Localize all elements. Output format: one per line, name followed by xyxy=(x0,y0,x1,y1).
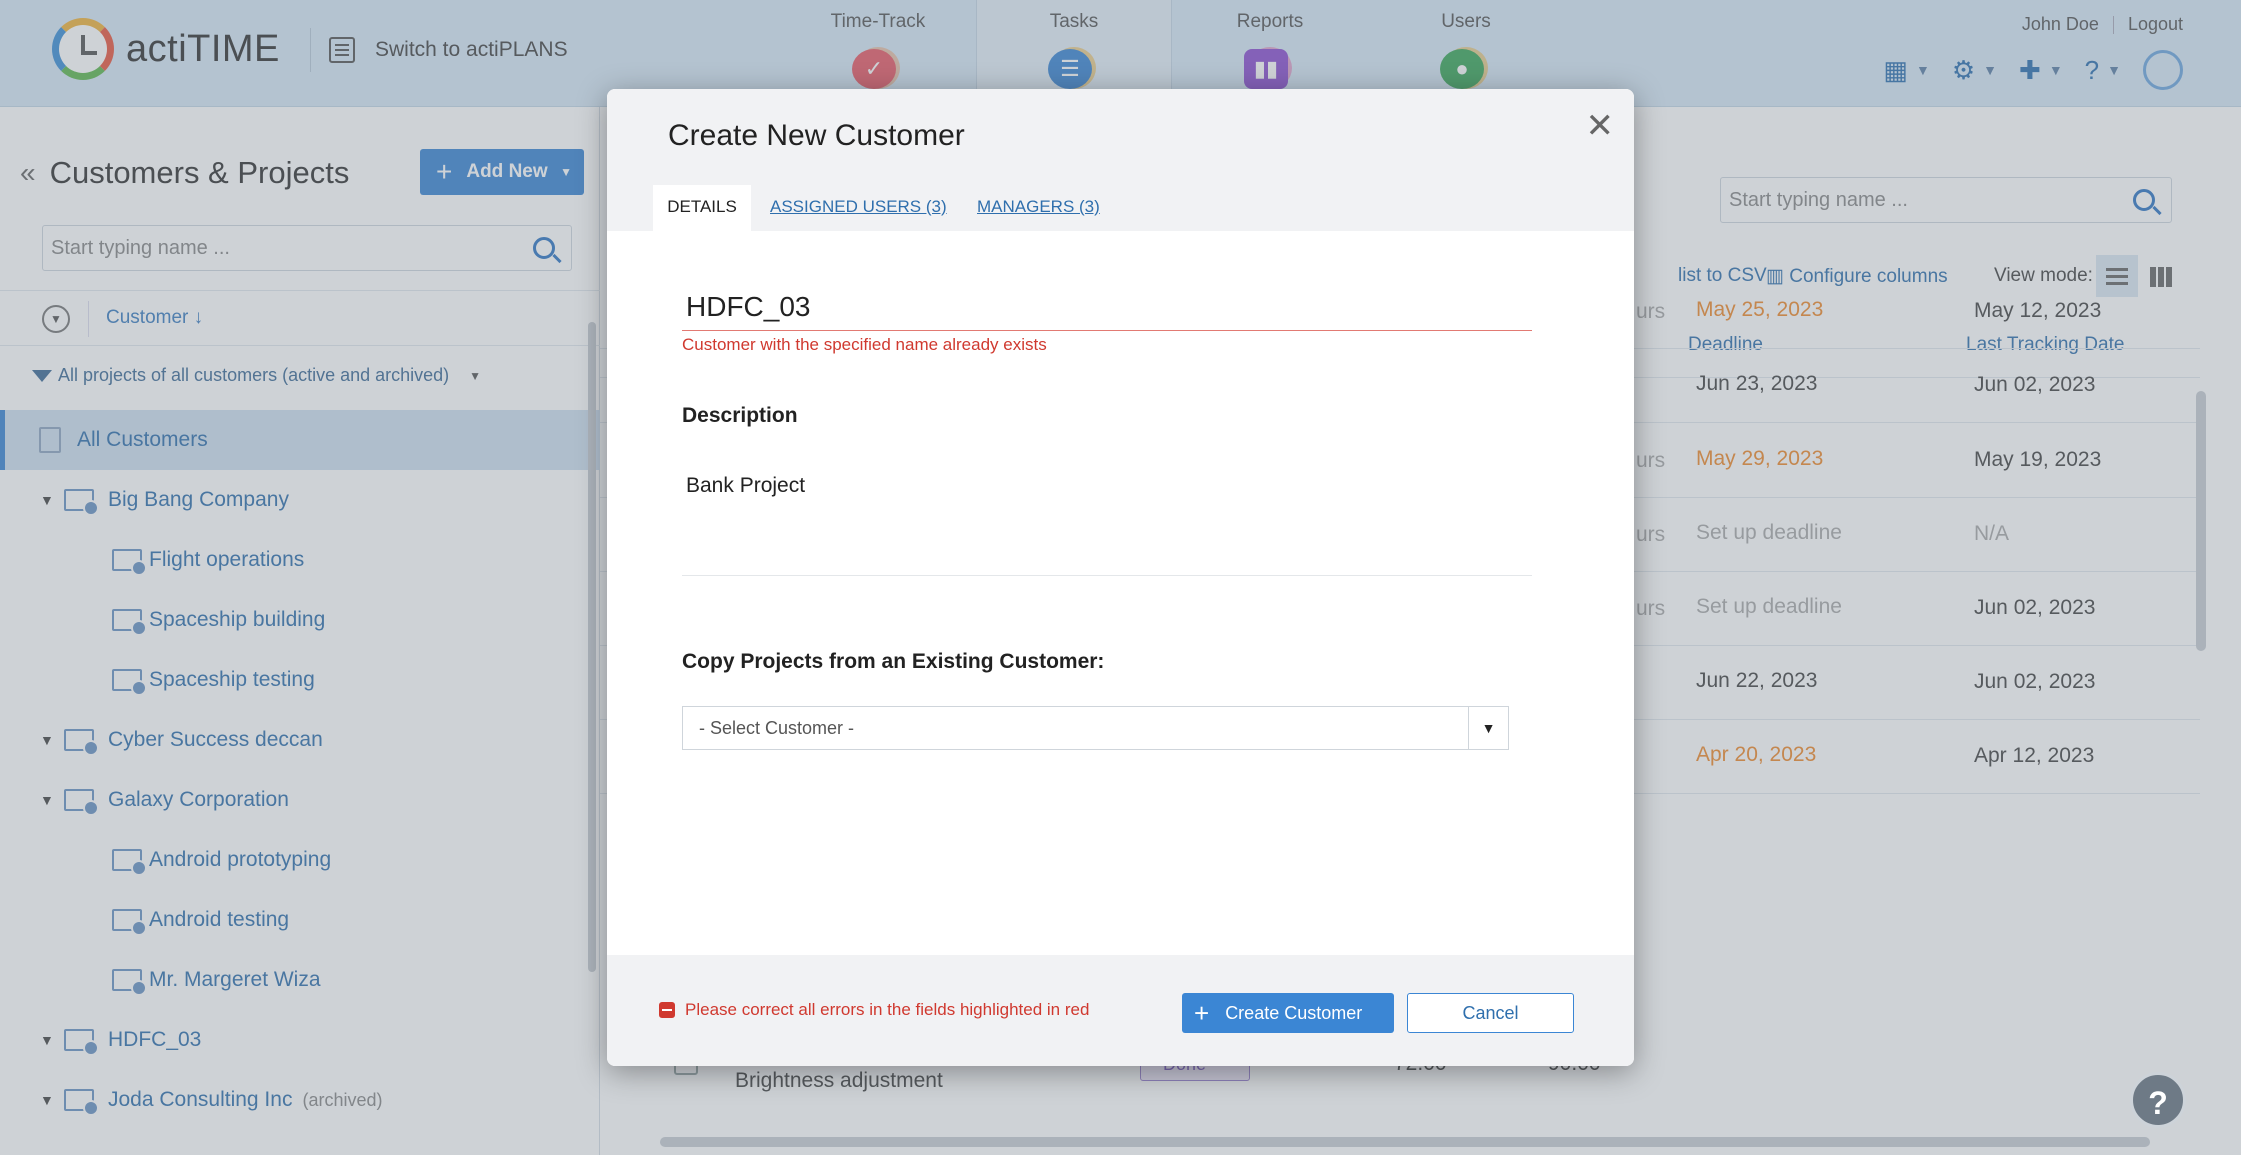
description-input[interactable]: Bank Project xyxy=(686,474,805,498)
form-error: Please correct all errors in the fields … xyxy=(659,1000,1089,1020)
name-error-message: Customer with the specified name already… xyxy=(682,335,1047,354)
create-customer-dialog: Create New Customer ✕ DETAILS ASSIGNED U… xyxy=(607,89,1634,1066)
description-label: Description xyxy=(682,404,798,427)
help-button[interactable]: ? xyxy=(2130,1072,2186,1128)
dialog-title: Create New Customer xyxy=(668,119,965,152)
customer-name-field xyxy=(682,285,1532,331)
dialog-footer: Please correct all errors in the fields … xyxy=(607,955,1634,1066)
create-customer-button[interactable]: + Create Customer xyxy=(1182,993,1394,1033)
tab-assigned-users[interactable]: ASSIGNED USERS (3) xyxy=(770,185,947,231)
select-customer-dropdown[interactable]: - Select Customer - ▼ xyxy=(682,706,1509,750)
tab-details[interactable]: DETAILS xyxy=(653,185,751,231)
tab-managers[interactable]: MANAGERS (3) xyxy=(977,185,1100,231)
error-icon xyxy=(659,1002,675,1018)
dialog-header: Create New Customer ✕ DETAILS ASSIGNED U… xyxy=(607,89,1634,231)
cancel-button[interactable]: Cancel xyxy=(1407,993,1574,1033)
divider xyxy=(682,575,1532,576)
plus-icon: + xyxy=(1194,997,1210,1028)
create-customer-label: Create Customer xyxy=(1225,1002,1363,1023)
close-icon[interactable]: ✕ xyxy=(1586,109,1615,143)
select-value: - Select Customer - xyxy=(699,718,855,738)
copy-projects-label: Copy Projects from an Existing Customer: xyxy=(682,650,1105,673)
chevron-down-icon[interactable]: ▼ xyxy=(1468,707,1508,749)
form-error-text: Please correct all errors in the fields … xyxy=(685,1000,1090,1019)
customer-name-input[interactable] xyxy=(682,285,1532,329)
